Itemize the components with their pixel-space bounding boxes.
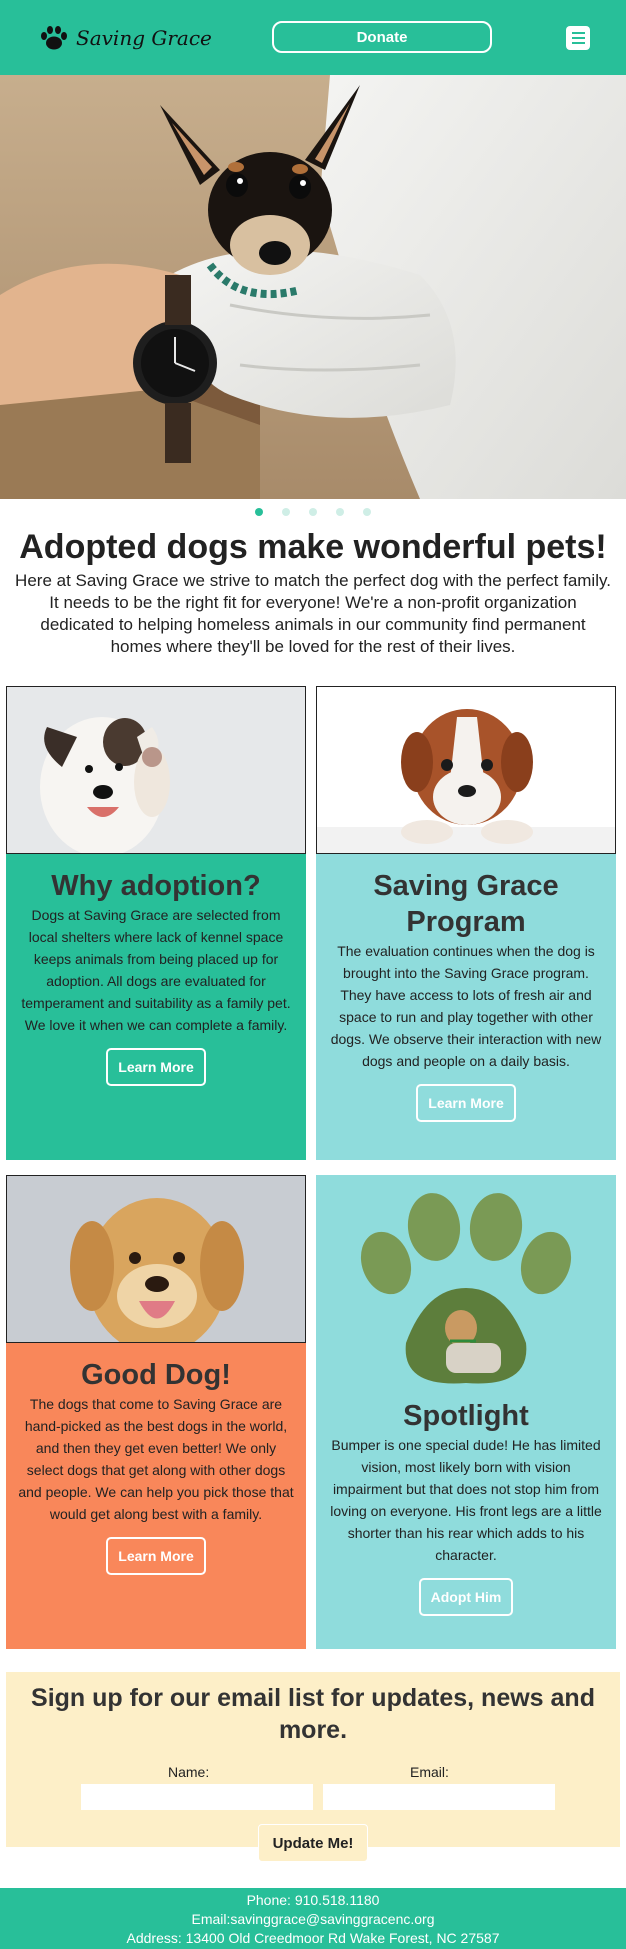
update-me-button[interactable]: Update Me! [258,1824,368,1862]
adopt-him-button[interactable]: Adopt Him [418,1578,514,1616]
waving-dog-photo [6,686,306,854]
intro-text: Here at Saving Grace we strive to match … [15,571,611,656]
card-text: The evaluation continues when the dog is… [330,943,602,1069]
card-saving-grace-program: Saving Grace Program The evaluation cont… [316,686,616,1160]
site-header: Saving Grace Donate [0,0,626,75]
slider-dot-2[interactable] [282,508,290,516]
email-signup-section: Sign up for our email list for updates, … [6,1672,620,1862]
card-text: Bumper is one special dude! He has limit… [330,1437,602,1563]
learn-more-button[interactable]: Learn More [106,1537,206,1575]
card-text: The dogs that come to Saving Grace are h… [18,1396,294,1522]
intro-title: Adopted dogs make wonderful pets! [19,528,607,566]
golden-retriever-photo [6,1175,306,1343]
email-label: Email: [410,1764,449,1780]
learn-more-button[interactable]: Learn More [416,1084,516,1122]
hero-slider-image [0,75,626,499]
puppy-peeking-photo [316,686,616,854]
paw-print-photo [356,1193,576,1393]
card-why-adoption: Why adoption? Dogs at Saving Grace are s… [6,686,306,1160]
name-label: Name: [168,1764,210,1780]
footer-phone[interactable]: Phone: 910.518.1180 [0,1891,626,1910]
footer-address: Address: 13400 Old Creedmoor Rd Wake For… [126,1930,500,1946]
slider-dot-1[interactable] [255,508,263,516]
email-field[interactable] [323,1784,555,1810]
paw-logo-icon [41,26,67,50]
hamburger-menu-icon[interactable] [566,26,590,50]
footer-email[interactable]: Email:savinggrace@savinggracenc.org [0,1910,626,1929]
card-title: Good Dog! [81,1359,231,1391]
name-field[interactable] [81,1784,313,1810]
card-spotlight: Spotlight Bumper is one special dude! He… [316,1175,616,1649]
slider-dots [0,508,626,518]
card-good-dog: Good Dog! The dogs that come to Saving G… [6,1175,306,1649]
card-title: Saving Grace Program [373,870,559,938]
site-logo[interactable]: Saving Grace [40,22,212,54]
card-title: Why adoption? [51,870,261,902]
learn-more-button[interactable]: Learn More [106,1048,206,1086]
logo-text: Saving Grace [76,26,212,50]
signup-title: Sign up for our email list for updates, … [31,1684,595,1744]
card-title: Spotlight [403,1400,529,1432]
slider-dot-3[interactable] [309,508,317,516]
site-footer: Phone: 910.518.1180 Email:savinggrace@sa… [0,1888,626,1949]
slider-dot-4[interactable] [336,508,344,516]
card-text: Dogs at Saving Grace are selected from l… [21,907,291,1033]
donate-button[interactable]: Donate [272,21,492,53]
slider-dot-5[interactable] [363,508,371,516]
